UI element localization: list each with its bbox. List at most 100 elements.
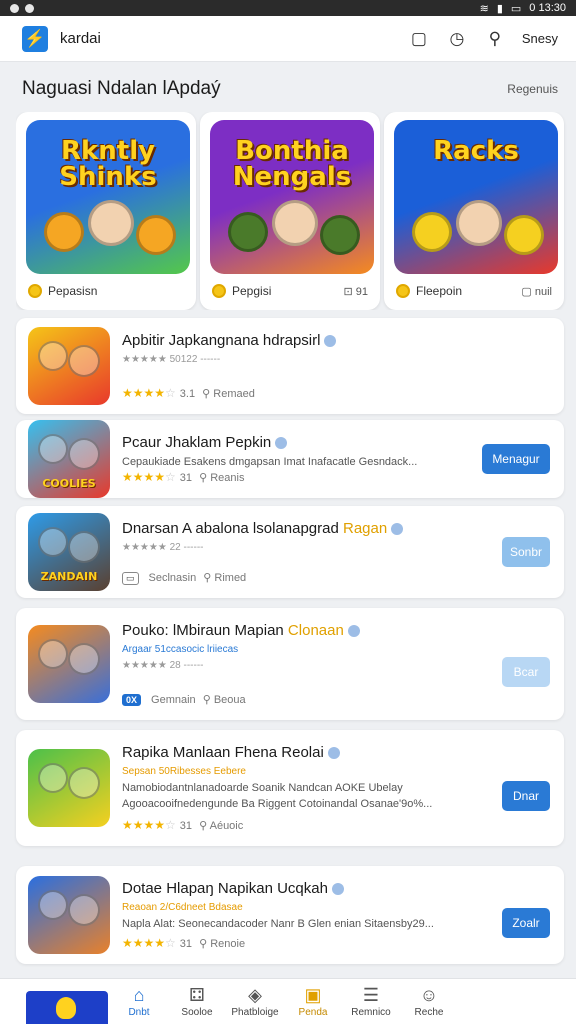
- app-tag-label: Seclnasin: [148, 572, 197, 584]
- character-art: [44, 212, 84, 252]
- featured-meta: Pepgisi: [232, 284, 272, 298]
- featured-meta: Fleepoin: [416, 284, 463, 298]
- featured-card[interactable]: Racks Fleepoin ▢ nuil: [384, 112, 564, 310]
- app-description: Cepaukiade Esakens dmgapsan Imat Inafaca…: [122, 456, 418, 468]
- rating-value: 31: [179, 472, 193, 484]
- app-thumbnail[interactable]: COOLIES: [28, 420, 110, 498]
- app-rating: 0X Gemnain ⚲ Beoua: [122, 692, 246, 706]
- app-row[interactable]: COOLIES Pcaur Jhaklam Pepkin Cepaukiade Es…: [16, 420, 564, 498]
- app-rating: ★★★★☆ 3.1 ⚲ Remaed: [122, 386, 255, 400]
- app-title-text: Apbitir Japkangnana hdrapsirl: [122, 332, 321, 349]
- app-thumbnail[interactable]: [28, 876, 110, 954]
- profile-icon: ☺: [419, 985, 439, 1005]
- featured-extra: ⊡ 91: [343, 285, 368, 298]
- app-row[interactable]: Rapika Manlaan Fhena Reolai Sepsan 50Ribe…: [16, 730, 564, 846]
- install-button[interactable]: Sonbr: [502, 537, 550, 567]
- verified-badge-icon: [391, 523, 404, 536]
- app-row[interactable]: ZANDAIN Dnarsan A abalona lsolanapgrad Ra…: [16, 506, 564, 598]
- see-more-link[interactable]: Regenuis: [507, 82, 558, 96]
- character-art: [68, 643, 100, 675]
- character-art: [320, 215, 360, 255]
- star-empty-icon: ☆: [165, 470, 176, 484]
- featured-art: Rkntly Shinks: [26, 120, 190, 274]
- nav-item-label: Sooloe: [181, 1007, 213, 1018]
- app-row[interactable]: Pouko: lMbiraun Mapian Clonaan Argaar 51c…: [16, 608, 564, 720]
- install-button[interactable]: Bcar: [502, 657, 550, 687]
- library-icon[interactable]: ▢: [400, 29, 438, 49]
- app-title-text: Dotae Hlapaŋ Napikan Ucqkah: [122, 880, 328, 897]
- rating-value: 3.1: [179, 388, 196, 400]
- thumbnail-label: COOLIES: [42, 477, 96, 490]
- app-description: Agooacooifnedengunde Ba Riggent Cotoinan…: [122, 798, 433, 810]
- search-icon[interactable]: ⚲: [476, 29, 514, 49]
- coin-icon: [28, 284, 42, 298]
- app-title-text: Pcaur Jhaklam Pepkin: [122, 434, 272, 451]
- character-art: [68, 894, 100, 926]
- character-art: [88, 200, 134, 246]
- featured-card[interactable]: Bonthia Nengals Pepgisi ⊡ 91: [200, 112, 380, 310]
- star-rating-icon: ★★★★: [122, 470, 166, 484]
- games-icon: ⚃: [189, 985, 205, 1005]
- app-description: Namobiodantnlanadoarde Soanik Nandcan AO…: [122, 782, 403, 794]
- app-subtitle: Argaar 51ccasocic lriiecas: [122, 644, 239, 655]
- section-title: Naguasi Ndalan lApdaý: [22, 78, 221, 99]
- app-subtitle: ★★★★★ 50122 ------: [122, 354, 221, 365]
- nav-item-profile[interactable]: ☺ Reche: [400, 979, 458, 1024]
- nav-item-notifications[interactable]: ☰ Remnico: [342, 979, 400, 1024]
- character-art: [272, 200, 318, 246]
- featured-meta: Pepasisn: [48, 284, 98, 298]
- nav-item-home[interactable]: ⌂ Dnbt: [110, 979, 168, 1024]
- section-header: Naguasi Ndalan lApdaý Regenuis: [22, 78, 558, 100]
- nav-item-label: Reche: [414, 1007, 444, 1018]
- app-tag: 0X: [122, 694, 142, 706]
- featured-title: Bonthia Nengals: [232, 136, 352, 192]
- status-time: 0 13:30: [529, 2, 566, 14]
- app-title-text: Rapika Manlaan Fhena Reolai: [122, 744, 324, 761]
- nav-item-books[interactable]: ▣ Penda: [284, 979, 342, 1024]
- app-meta-label: ⚲ Beoua: [199, 694, 246, 706]
- app-title[interactable]: Pcaur Jhaklam Pepkin: [122, 434, 288, 451]
- nav-item-label: Remnico: [351, 1007, 391, 1018]
- app-thumbnail[interactable]: ZANDAIN: [28, 513, 110, 591]
- nav-item-games[interactable]: ⚃ Sooloe: [168, 979, 226, 1024]
- app-rating: ▭ Seclnasin ⚲ Rimed: [122, 570, 246, 585]
- notification-dot-icon: [10, 3, 19, 13]
- app-bar: ⚡ kardai ▢ ◷ ⚲ Snesy: [0, 16, 576, 62]
- character-art: [136, 215, 176, 255]
- app-subtitle: ★★★★★ 22 ------: [122, 542, 204, 553]
- app-row[interactable]: Dotae Hlapaŋ Napikan Ucqkah Reaoan 2/C6dn…: [16, 866, 564, 964]
- install-button[interactable]: Dnar: [502, 781, 550, 811]
- app-title[interactable]: Rapika Manlaan Fhena Reolai: [122, 744, 340, 761]
- promo-thumbnail[interactable]: [0, 979, 110, 1024]
- star-rating-icon: ★★★★: [122, 386, 166, 400]
- featured-carousel[interactable]: Rkntly Shinks Pepasisn Bonthia Nengals P…: [16, 112, 576, 310]
- app-title-text: Dnarsan A abalona lsolanapgrad: [122, 520, 339, 537]
- install-button[interactable]: Menagur: [482, 444, 550, 474]
- app-logo-icon[interactable]: ⚡: [22, 25, 48, 52]
- app-thumbnail[interactable]: [28, 749, 110, 827]
- app-thumbnail[interactable]: [28, 327, 110, 405]
- app-tag: ▭: [122, 572, 139, 585]
- app-title[interactable]: Apbitir Japkangnana hdrapsirl: [122, 332, 337, 349]
- wifi-icon: ≋: [479, 2, 489, 15]
- install-button[interactable]: Zoalr: [502, 908, 550, 938]
- nav-item-apps[interactable]: ◈ Phatbloige: [226, 979, 284, 1024]
- app-meta-label: ⚲ Renoie: [196, 938, 246, 950]
- featured-card[interactable]: Rkntly Shinks Pepasisn: [16, 112, 196, 310]
- app-title[interactable]: Pouko: lMbiraun Mapian Clonaan: [122, 622, 360, 639]
- notification-dot-icon: [25, 3, 34, 13]
- character-art: [504, 215, 544, 255]
- search-button[interactable]: Snesy: [522, 31, 558, 46]
- coin-icon: [212, 284, 226, 298]
- history-icon[interactable]: ◷: [438, 29, 476, 49]
- character-art: [412, 212, 452, 252]
- app-thumbnail[interactable]: [28, 625, 110, 703]
- app-title[interactable]: Dotae Hlapaŋ Napikan Ucqkah: [122, 880, 344, 897]
- books-icon: ▣: [304, 985, 322, 1005]
- app-row[interactable]: Apbitir Japkangnana hdrapsirl ★★★★★ 50122…: [16, 318, 564, 414]
- character-art: [68, 767, 100, 799]
- star-rating-icon: ★★★★: [122, 818, 166, 832]
- verified-badge-icon: [327, 747, 340, 760]
- app-meta-label: ⚲ Rimed: [200, 572, 247, 584]
- app-title[interactable]: Dnarsan A abalona lsolanapgrad Ragan: [122, 520, 404, 537]
